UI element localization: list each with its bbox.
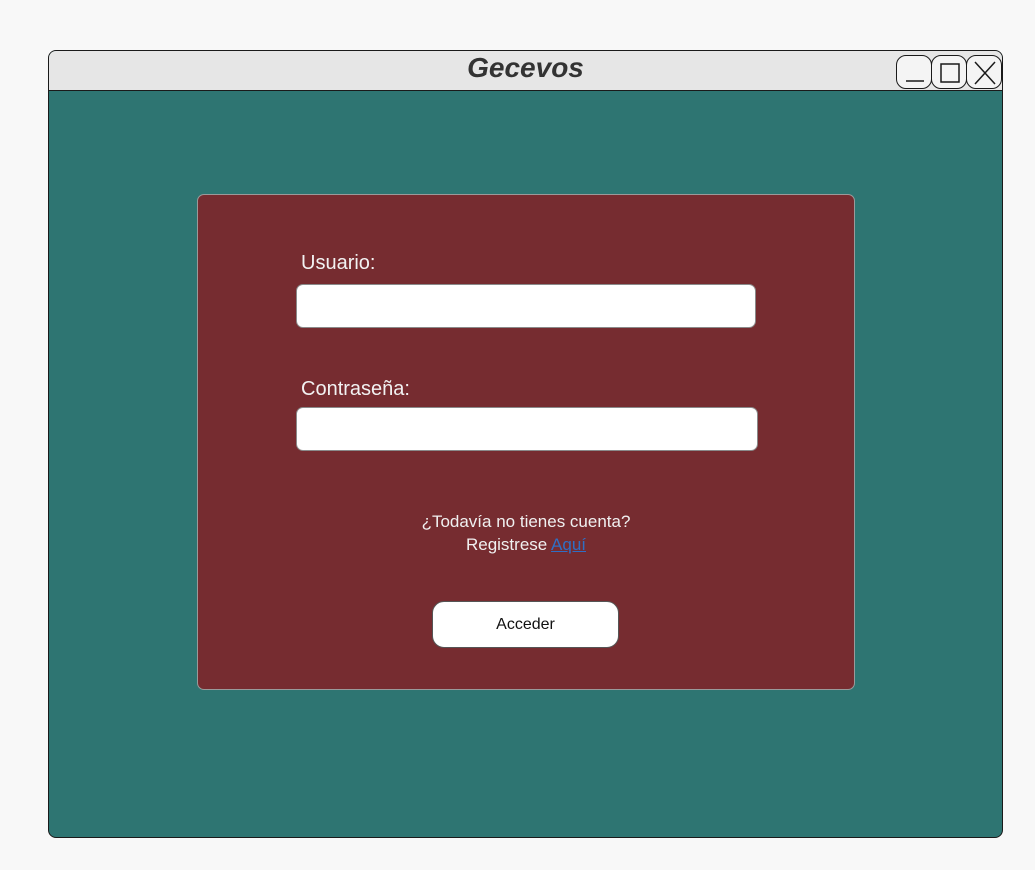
close-button[interactable] [966,55,1002,89]
maximize-button[interactable] [931,55,967,89]
username-label: Usuario: [301,252,376,274]
maximize-icon [940,63,960,83]
app-window: Gecevos Usuario: Contraseña: ¿Todavía no… [48,50,1003,838]
signup-prefix: Registrese [465,535,548,554]
window-controls [896,55,1002,89]
minimize-button[interactable] [896,55,932,89]
signup-question: ¿Todavía no tienes cuenta? [421,512,631,531]
signup-prompt: Registrese Aquí [198,533,854,557]
password-input[interactable] [296,407,758,451]
signup-link[interactable]: Aquí [551,535,586,554]
login-card: Usuario: Contraseña: ¿Todavía no tienes … [197,194,855,690]
login-button[interactable]: Acceder [432,601,619,648]
minimize-icon [906,80,924,82]
title-bar: Gecevos [49,51,1002,91]
password-label: Contraseña: [301,378,410,400]
window-title: Gecevos [467,52,584,83]
username-input[interactable] [296,284,756,328]
close-icon [974,61,996,85]
